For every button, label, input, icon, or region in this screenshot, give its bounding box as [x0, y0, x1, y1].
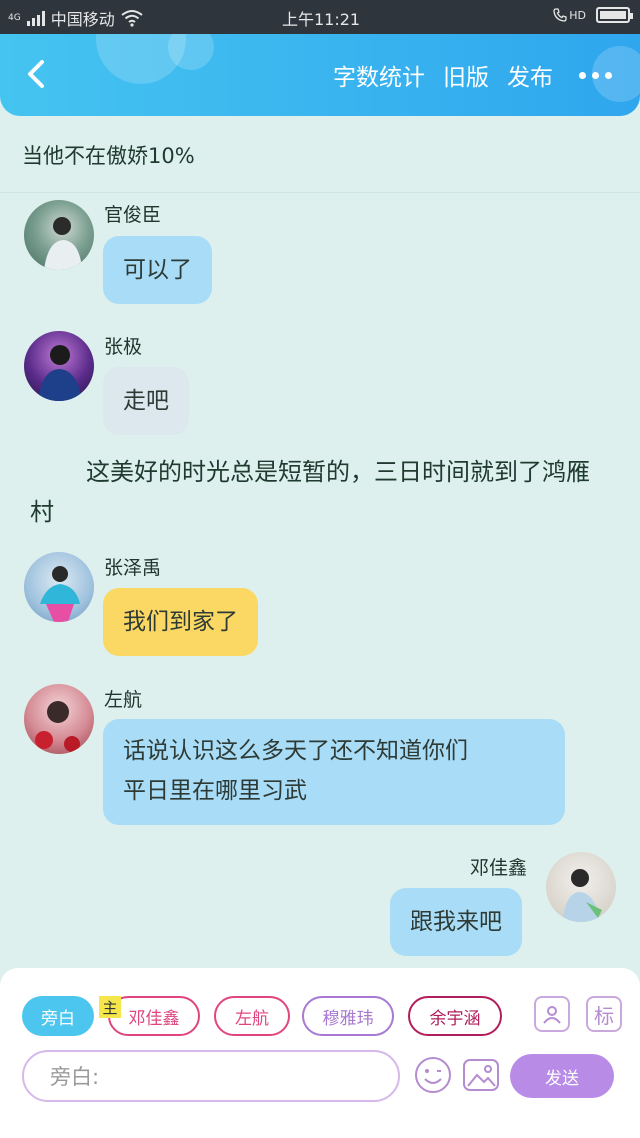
carrier-name: 中国移动 — [50, 10, 115, 29]
send-button[interactable]: 发送 — [510, 1054, 614, 1098]
role-chip[interactable]: 左航 — [214, 996, 290, 1036]
sender-name: 左航 — [104, 689, 143, 711]
avatar[interactable] — [24, 200, 94, 270]
image-icon[interactable] — [462, 1056, 500, 1094]
avatar[interactable] — [546, 852, 616, 922]
message-bubble[interactable]: 话说认识这么多天了还不知道你们 平日里在哪里习武 — [103, 719, 565, 825]
contact-card-icon[interactable] — [534, 996, 570, 1032]
back-icon[interactable] — [20, 56, 56, 92]
avatar[interactable] — [24, 684, 94, 754]
publish-button[interactable]: 发布 — [507, 58, 553, 92]
message-bubble[interactable]: 跟我来吧 — [390, 888, 522, 956]
hd-label: HD — [569, 8, 586, 22]
avatar[interactable] — [24, 552, 94, 622]
chat-title: 当他不在傲娇10% — [22, 144, 195, 168]
message-bubble[interactable]: 我们到家了 — [103, 588, 258, 656]
more-icon[interactable] — [579, 71, 612, 79]
divider — [0, 192, 640, 193]
role-chip[interactable]: 邓佳鑫 — [108, 996, 200, 1036]
app-header: 字数统计 旧版 发布 — [0, 34, 640, 116]
message-bubble[interactable]: 走吧 — [103, 367, 189, 435]
old-version-button[interactable]: 旧版 — [443, 58, 489, 92]
role-chip[interactable]: 穆雅玮 — [302, 996, 394, 1036]
status-bar: 4G 中国移动 上午11:21 HD — [0, 0, 640, 34]
signal-icon — [26, 10, 45, 26]
sender-name: 张极 — [104, 336, 143, 358]
message-line: 话说认识这么多天了还不知道你们 — [123, 738, 468, 764]
sender-name: 邓佳鑫 — [470, 857, 528, 879]
sender-name: 张泽禹 — [104, 557, 162, 579]
composer-panel: 旁白 邓佳鑫 主 左航 穆雅玮 余宇涵 标 旁白: — [0, 968, 640, 1138]
emoji-icon[interactable] — [414, 1056, 452, 1094]
message-bubble[interactable]: 可以了 — [103, 236, 212, 304]
sender-name: 官俊臣 — [104, 204, 162, 226]
avatar[interactable] — [24, 331, 94, 401]
message-line: 平日里在哪里习武 — [123, 778, 307, 804]
battery-icon — [596, 7, 633, 23]
clock: 上午11:21 — [282, 10, 361, 29]
narration-text: 这美好的时光总是短暂的，三日时间就到了鸿雁村 — [30, 458, 590, 526]
network-type: 4G — [8, 12, 21, 23]
word-count-button[interactable]: 字数统计 — [333, 58, 425, 92]
tag-button[interactable]: 标 — [586, 996, 622, 1032]
wifi-icon — [121, 10, 143, 27]
role-chip-narrator[interactable]: 旁白 — [22, 996, 94, 1036]
hd-call-icon: HD — [553, 8, 586, 22]
main-role-badge: 主 — [99, 996, 121, 1018]
message-input[interactable]: 旁白: — [22, 1050, 400, 1102]
role-chip[interactable]: 余宇涵 — [408, 996, 502, 1036]
